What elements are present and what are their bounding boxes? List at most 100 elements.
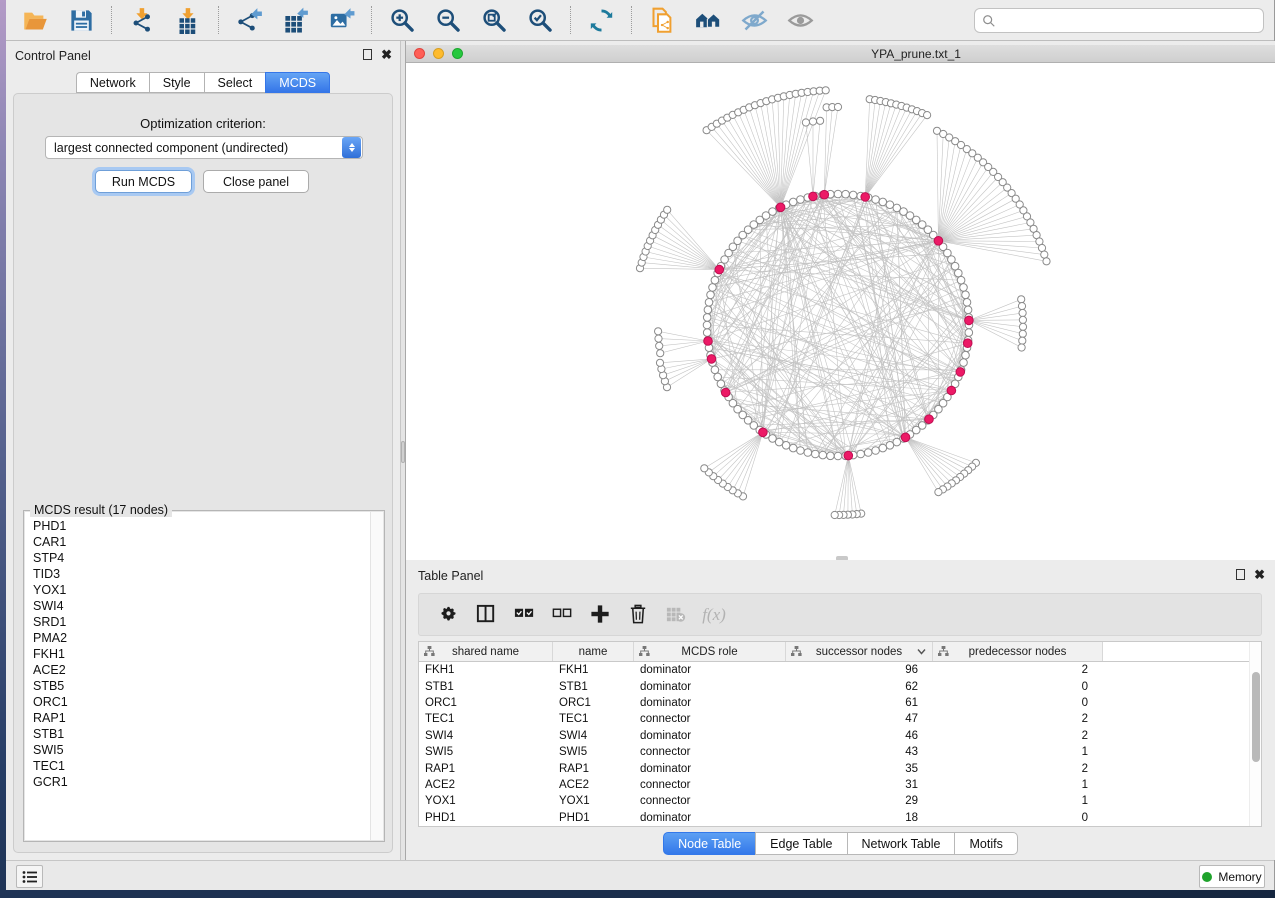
tab-motifs[interactable]: Motifs — [954, 832, 1017, 855]
cell-predecessor_nodes: 1 — [933, 779, 1103, 791]
search-field[interactable] — [974, 8, 1264, 33]
network-view-window: YPA_prune.txt_1 — [406, 45, 1275, 560]
close-panel-icon[interactable]: ✖ — [381, 49, 392, 60]
run-mcds-button[interactable]: Run MCDS — [95, 170, 192, 193]
result-node-item[interactable]: ACE2 — [33, 662, 383, 678]
apply-function-icon: f(x) — [699, 601, 729, 629]
close-table-panel-icon[interactable]: ✖ — [1254, 569, 1265, 580]
float-panel-icon[interactable] — [363, 49, 372, 60]
cell-name: FKH1 — [553, 664, 634, 676]
table-scrollbar[interactable] — [1249, 642, 1261, 826]
export-table-icon[interactable] — [277, 4, 313, 36]
zoom-fit-icon[interactable] — [476, 4, 512, 36]
column-header-name[interactable]: name — [553, 642, 634, 661]
column-header-mcds_role[interactable]: MCDS role — [634, 642, 786, 661]
result-node-item[interactable]: GCR1 — [33, 774, 383, 790]
toolbar-separator — [631, 6, 632, 34]
open-session-icon[interactable] — [17, 4, 53, 36]
result-node-item[interactable]: CAR1 — [33, 534, 383, 550]
cell-shared_name: STB1 — [419, 681, 553, 693]
import-table-icon[interactable] — [170, 4, 206, 36]
memory-label: Memory — [1218, 870, 1261, 884]
table-row[interactable]: PHD1PHD1dominator180 — [419, 810, 1261, 826]
cell-mcds_role: dominator — [634, 730, 786, 742]
cell-name: ACE2 — [553, 779, 634, 791]
float-table-panel-icon[interactable] — [1236, 569, 1245, 580]
table-row[interactable]: FKH1FKH1dominator962 — [419, 662, 1261, 678]
toolbar-separator — [218, 6, 219, 34]
result-node-item[interactable]: SRD1 — [33, 614, 383, 630]
result-node-item[interactable]: STB5 — [33, 678, 383, 694]
toggle-columns-icon[interactable] — [471, 601, 501, 629]
criterion-dropdown[interactable]: largest connected component (undirected) — [45, 136, 363, 159]
result-node-item[interactable]: SWI5 — [33, 742, 383, 758]
select-all-icon[interactable] — [509, 601, 539, 629]
result-node-item[interactable]: TID3 — [33, 566, 383, 582]
table-row[interactable]: TEC1TEC1connector472 — [419, 711, 1261, 727]
duplicate-network-icon[interactable] — [644, 4, 680, 36]
delete-row-icon[interactable] — [623, 601, 653, 629]
result-node-item[interactable]: YOX1 — [33, 582, 383, 598]
tab-node-table[interactable]: Node Table — [663, 832, 755, 855]
column-header-shared_name[interactable]: shared name — [419, 642, 553, 661]
table-row[interactable]: ACE2ACE2connector311 — [419, 777, 1261, 793]
export-network-icon[interactable] — [231, 4, 267, 36]
cell-successor_nodes: 62 — [786, 681, 933, 693]
tab-mcds[interactable]: MCDS — [265, 72, 330, 93]
tab-network-table[interactable]: Network Table — [847, 832, 955, 855]
result-node-item[interactable]: ORC1 — [33, 694, 383, 710]
table-settings-icon[interactable] — [433, 601, 463, 629]
result-node-item[interactable]: RAP1 — [33, 710, 383, 726]
cell-successor_nodes: 61 — [786, 697, 933, 709]
mcds-result-group: PHD1CAR1STP4TID3YOX1SWI4SRD1PMA2FKH1ACE2… — [23, 510, 385, 842]
cell-name: STB1 — [553, 681, 634, 693]
first-neighbors-icon[interactable] — [690, 4, 726, 36]
cell-successor_nodes: 29 — [786, 795, 933, 807]
refresh-view-icon[interactable] — [583, 4, 619, 36]
import-network-icon[interactable] — [124, 4, 160, 36]
right-area: YPA_prune.txt_1 Table Panel ✖ f(x) share… — [406, 41, 1275, 860]
column-header-successor_nodes[interactable]: successor nodes — [786, 642, 933, 661]
result-node-item[interactable]: STB1 — [33, 726, 383, 742]
table-row[interactable]: ORC1ORC1dominator610 — [419, 695, 1261, 711]
network-canvas[interactable] — [406, 63, 1275, 560]
result-node-item[interactable]: SWI4 — [33, 598, 383, 614]
deselect-all-icon[interactable] — [547, 601, 577, 629]
save-session-icon[interactable] — [63, 4, 99, 36]
table-row[interactable]: SWI5SWI5connector431 — [419, 744, 1261, 760]
add-row-icon[interactable] — [585, 601, 615, 629]
column-header-predecessor_nodes[interactable]: predecessor nodes — [933, 642, 1103, 661]
mcds-result-list[interactable]: PHD1CAR1STP4TID3YOX1SWI4SRD1PMA2FKH1ACE2… — [25, 512, 383, 840]
table-scrollbar-thumb[interactable] — [1252, 672, 1260, 762]
tab-style[interactable]: Style — [149, 72, 204, 93]
close-panel-button[interactable]: Close panel — [203, 170, 309, 193]
result-node-item[interactable]: FKH1 — [33, 646, 383, 662]
memory-button[interactable]: Memory — [1199, 865, 1265, 888]
tab-select[interactable]: Select — [204, 72, 266, 93]
result-node-item[interactable]: TEC1 — [33, 758, 383, 774]
window-minimize-light[interactable] — [433, 48, 444, 59]
table-row[interactable]: YOX1YOX1connector291 — [419, 793, 1261, 809]
window-close-light[interactable] — [414, 48, 425, 59]
task-history-button[interactable] — [16, 865, 43, 888]
result-node-item[interactable]: PMA2 — [33, 630, 383, 646]
tab-network[interactable]: Network — [76, 72, 149, 93]
splitter-grip[interactable] — [401, 441, 405, 463]
window-maximize-light[interactable] — [452, 48, 463, 59]
zoom-in-icon[interactable] — [384, 4, 420, 36]
network-view-titlebar: YPA_prune.txt_1 — [406, 45, 1275, 63]
result-node-item[interactable]: PHD1 — [33, 518, 383, 534]
mcds-result-scrollbar[interactable] — [370, 512, 383, 840]
zoom-selected-icon[interactable] — [522, 4, 558, 36]
cell-successor_nodes: 46 — [786, 730, 933, 742]
search-input[interactable] — [996, 11, 1263, 31]
zoom-out-icon[interactable] — [430, 4, 466, 36]
table-row[interactable]: SWI4SWI4dominator462 — [419, 728, 1261, 744]
export-image-icon[interactable] — [323, 4, 359, 36]
result-node-item[interactable]: STP4 — [33, 550, 383, 566]
table-row[interactable]: STB1STB1dominator620 — [419, 678, 1261, 694]
table-row[interactable]: RAP1RAP1dominator352 — [419, 760, 1261, 776]
tab-edge-table[interactable]: Edge Table — [755, 832, 846, 855]
show-all-icon[interactable] — [782, 4, 818, 36]
hide-selected-icon[interactable] — [736, 4, 772, 36]
